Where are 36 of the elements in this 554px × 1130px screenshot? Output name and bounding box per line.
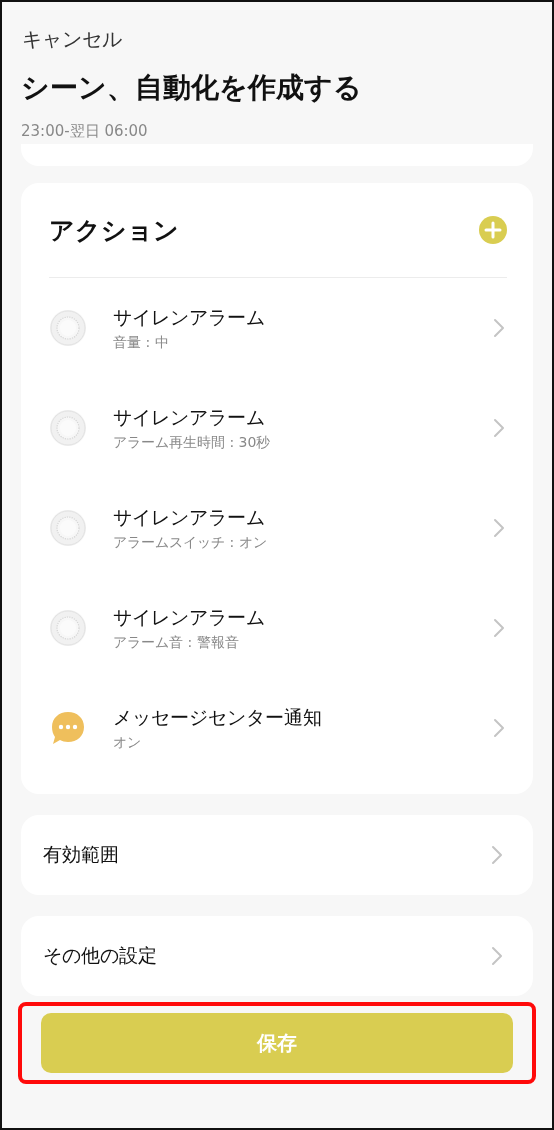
- action-name: サイレンアラーム: [113, 505, 266, 530]
- chevron-right-icon: [493, 518, 505, 538]
- siren-icon: [49, 609, 87, 647]
- action-row[interactable]: サイレンアラーム 音量 : 中: [49, 278, 507, 378]
- action-name: サイレンアラーム: [113, 405, 266, 430]
- action-name: サイレンアラーム: [113, 605, 266, 630]
- settings-row[interactable]: その他の設定: [21, 916, 533, 996]
- settings-label: 有効範囲: [43, 842, 119, 867]
- chevron-right-icon: [493, 318, 505, 338]
- chevron-right-icon: [493, 618, 505, 638]
- chevron-right-icon: [493, 718, 505, 738]
- action-detail: オン: [113, 733, 142, 752]
- chevron-right-icon: [493, 418, 505, 438]
- chevron-right-icon: [491, 845, 503, 865]
- siren-icon: [49, 409, 87, 447]
- action-detail: アラーム音 : 警報音: [113, 633, 240, 652]
- siren-icon: [49, 509, 87, 547]
- siren-icon: [49, 309, 87, 347]
- settings-row[interactable]: 有効範囲: [21, 815, 533, 895]
- cancel-link[interactable]: キャンセル: [22, 24, 122, 54]
- action-name: サイレンアラーム: [113, 305, 266, 330]
- action-detail: アラーム再生時間 : 30秒: [113, 433, 272, 452]
- action-name: メッセージセンター通知: [113, 705, 323, 730]
- chevron-right-icon: [491, 946, 503, 966]
- action-row[interactable]: サイレンアラーム アラーム再生時間 : 30秒: [49, 378, 507, 478]
- chat-bubble-icon: [49, 709, 87, 747]
- action-row[interactable]: サイレンアラーム アラームスイッチ : オン: [49, 478, 507, 578]
- action-row[interactable]: メッセージセンター通知 オン: [49, 678, 507, 778]
- action-row[interactable]: サイレンアラーム アラーム音 : 警報音: [49, 578, 507, 678]
- schedule-text: 23:00-翌日 06:00: [21, 121, 149, 142]
- action-detail: アラームスイッチ : オン: [113, 533, 268, 552]
- settings-label: その他の設定: [43, 943, 157, 968]
- page-title: シーン、自動化を作成する: [21, 70, 363, 106]
- section-title: アクション: [49, 214, 179, 247]
- action-detail: 音量 : 中: [113, 333, 170, 352]
- add-icon[interactable]: [479, 216, 507, 244]
